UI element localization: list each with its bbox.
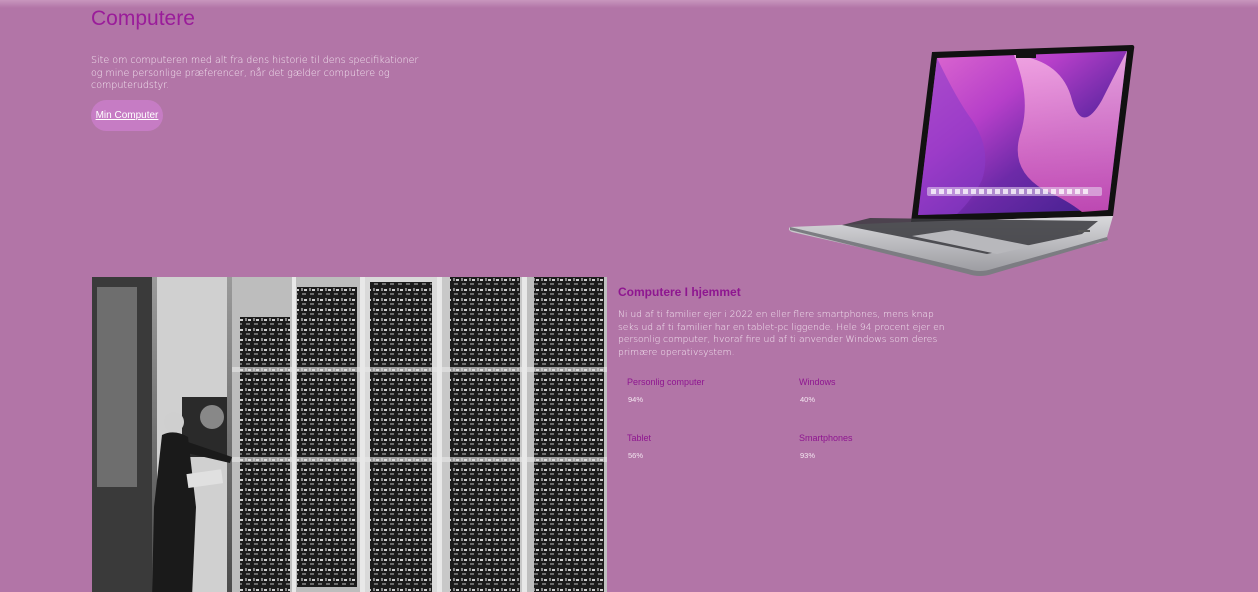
hero-title: Computere [91,7,195,30]
stat-value: 40% [800,395,816,404]
stat-label: Windows [799,377,836,387]
stat-value: 94% [628,395,644,404]
hero-description: Site om computeren med alt fra dens hist… [91,55,419,91]
stat-smartphones: Smartphones 93% [799,433,949,460]
stat-personal-computer: Personlig computer 94% [627,377,777,404]
stat-windows: Windows 40% [799,377,949,404]
stat-value: 56% [628,451,644,460]
mainframe-photo [92,277,607,592]
my-computer-button[interactable]: Min Computer [91,100,163,131]
page: Computere Site om computeren med alt fra… [0,0,1258,592]
stat-label: Smartphones [799,433,853,443]
stat-label: Personlig computer [627,377,705,387]
laptop-image [788,45,1135,276]
stat-value: 93% [800,451,816,460]
stat-tablet: Tablet 56% [627,433,777,460]
stat-label: Tablet [627,433,652,443]
section-title: Computere I hjemmet [618,285,741,299]
section-description: Ni ud af ti familier ejer i 2022 en elle… [618,309,945,358]
